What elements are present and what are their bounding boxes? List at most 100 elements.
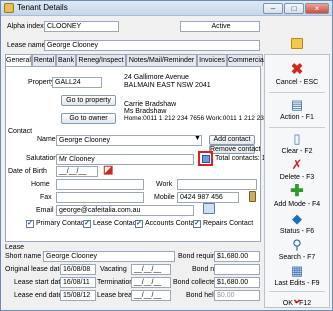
lease-section: Lease Short name George Clooney Bond req… — [5, 244, 261, 308]
cancel-label: Cancel - ESC — [275, 79, 319, 86]
action-sidebar: ✖ Cancel - ESC ▤ Action - F1 ▯ Clear - F… — [264, 54, 330, 308]
general-tab-panel: Property GALL24 24 Gallimore Avenue BALM… — [5, 66, 284, 242]
add-contact-button[interactable]: Add contact — [209, 135, 255, 145]
title-bar: Tenant Details – □ × — [1, 1, 332, 16]
search-label: Search - F7 — [278, 254, 316, 261]
go-to-owner-button[interactable]: Go to owner — [61, 113, 116, 124]
fax-field[interactable] — [56, 192, 144, 203]
primary-contact-label: Primary Contact — [36, 220, 87, 227]
delete-button[interactable]: ✗ Delete - F3 — [265, 155, 329, 185]
bond-collected-label: Bond collected — [173, 279, 219, 286]
clear-label: Clear - F2 — [281, 148, 313, 155]
tab-invoices[interactable]: Invoices — [197, 54, 227, 66]
lease-end-date-label: Lease end date — [14, 292, 63, 299]
maximize-button[interactable]: □ — [284, 3, 304, 14]
primary-contact-checkbox[interactable]: ✓ — [26, 220, 34, 228]
salutation-field[interactable]: Mr Clooney — [56, 154, 194, 165]
search-icon: ⚲ — [292, 237, 302, 252]
info-icon: ◆ — [292, 211, 302, 226]
dob-field[interactable]: __/__/__ — [56, 166, 98, 177]
go-to-property-button[interactable]: Go to property — [61, 95, 116, 106]
lease-start-date-field[interactable]: 16/08/11 — [60, 277, 96, 288]
action-label: Action - F1 — [280, 114, 314, 121]
contact-name-label: Name — [37, 136, 56, 143]
owner-phones: Home:0011 1 212 234 7656 Work:0011 1 212… — [124, 115, 284, 122]
fax-label: Fax — [40, 194, 52, 201]
mobile-label: Mobile — [154, 194, 175, 201]
add-mode-label: Add Mode - F4 — [273, 201, 321, 208]
vacating-label: Vacating — [100, 266, 127, 273]
accounts-contact-checkbox[interactable]: ✓ — [135, 220, 143, 228]
mobile-field[interactable]: 0424 987 456 — [177, 192, 239, 203]
tab-reneg-inspect[interactable]: Reneg/Inspect — [76, 54, 126, 66]
lease-name-field[interactable]: George Clooney — [44, 40, 260, 51]
bond-required-field[interactable]: $1,680.00 — [214, 251, 260, 262]
cancel-x-icon: ✖ — [290, 61, 304, 78]
work-phone-field[interactable] — [177, 179, 257, 190]
property-code-field[interactable]: GALL24 — [52, 77, 102, 88]
original-lease-date-label: Original lease date — [5, 266, 64, 273]
lease-end-date-field[interactable]: 15/08/12 — [60, 290, 96, 301]
vacating-field[interactable]: __/__/__ — [131, 264, 171, 275]
alpha-index-field[interactable]: CLOONEY — [44, 21, 119, 32]
tab-commercial[interactable]: Commercial — [227, 54, 265, 66]
cancel-button[interactable]: ✖ Cancel - ESC — [265, 60, 329, 90]
salutation-label: Salutation — [26, 155, 58, 162]
home-phone-label: Home — [31, 181, 50, 188]
ok-button[interactable]: ⌄ OK - F12 — [265, 281, 329, 311]
lease-start-date-label: Lease start date — [14, 279, 65, 286]
status-label: Status - F6 — [279, 228, 315, 235]
lease-contact-checkbox[interactable]: ✓ — [83, 220, 91, 228]
delete-icon: ✗ — [291, 157, 303, 172]
accounts-contact-label: Accounts Contact — [145, 220, 200, 227]
tab-bank[interactable]: Bank — [56, 54, 76, 66]
delete-label: Delete - F3 — [279, 174, 315, 181]
short-name-label: Short name — [5, 253, 42, 260]
contact-section-label: Contact — [8, 128, 33, 135]
highlighted-contact-card-icon[interactable] — [198, 151, 213, 166]
lease-name-label: Lease name — [7, 42, 46, 49]
short-name-field[interactable]: George Clooney — [43, 251, 175, 262]
email-label: Email — [36, 207, 54, 214]
email-field[interactable]: george@cafeitalia.com.au — [56, 205, 194, 216]
bond-no-field[interactable] — [214, 264, 260, 275]
property-address-line1: 24 Gallimore Avenue — [124, 74, 189, 81]
add-mode-button[interactable]: ✚ Add Mode - F4 — [265, 182, 329, 212]
lease-break-field[interactable]: __/__/__ — [131, 290, 171, 301]
lease-contact-label: Lease Contact — [93, 220, 139, 227]
work-phone-label: Work — [156, 181, 173, 188]
calendar-icon[interactable]: ◪ — [103, 164, 117, 177]
termination-field[interactable]: __/__/__ — [131, 277, 171, 288]
bond-collected-field[interactable]: $1,680.00 — [214, 277, 260, 288]
tab-notes-mail-reminder[interactable]: Notes/Mail/Reminder — [126, 54, 197, 66]
contact-name-select[interactable]: George Clooney — [56, 135, 202, 146]
repairs-contact-checkbox[interactable]: ✓ — [193, 220, 201, 228]
lease-section-label: Lease — [5, 244, 25, 251]
divider — [269, 92, 325, 93]
folder-icon[interactable] — [291, 38, 303, 49]
original-lease-date-field[interactable]: 16/08/08 — [60, 264, 96, 275]
status-field[interactable]: Active — [180, 21, 260, 32]
repairs-contact-label: Repairs Contact — [203, 220, 254, 227]
close-button[interactable]: × — [305, 3, 329, 14]
action-button[interactable]: ▤ Action - F1 — [265, 95, 329, 125]
bond-held-label: Bond held — [186, 292, 218, 299]
ok-label: OK - F12 — [282, 300, 312, 307]
owner-name: Carrie Bradshaw — [124, 101, 177, 108]
contact-card-icon — [202, 155, 210, 163]
tab-rental[interactable]: Rental — [32, 54, 56, 66]
alpha-index-label: Alpha index — [7, 23, 44, 30]
chevron-down-icon[interactable]: ▼ — [194, 135, 201, 142]
remove-contact-button[interactable]: Remove contact — [209, 145, 261, 154]
mobile-phone-icon[interactable] — [249, 191, 256, 202]
property-label: Property — [28, 79, 55, 86]
dob-label: Date of Birth — [8, 168, 47, 175]
lease-break-label: Lease break — [97, 292, 136, 299]
email-send-icon[interactable] — [203, 203, 215, 214]
tenant-details-window: Tenant Details – □ × Alpha index CLOONEY… — [0, 0, 333, 311]
total-contacts: Total contacts: 1 — [215, 155, 266, 162]
home-phone-field[interactable] — [56, 179, 144, 190]
minimize-button[interactable]: – — [263, 3, 283, 14]
bond-held-field[interactable]: $0.00 — [214, 290, 260, 301]
window-title: Tenant Details — [17, 3, 68, 12]
